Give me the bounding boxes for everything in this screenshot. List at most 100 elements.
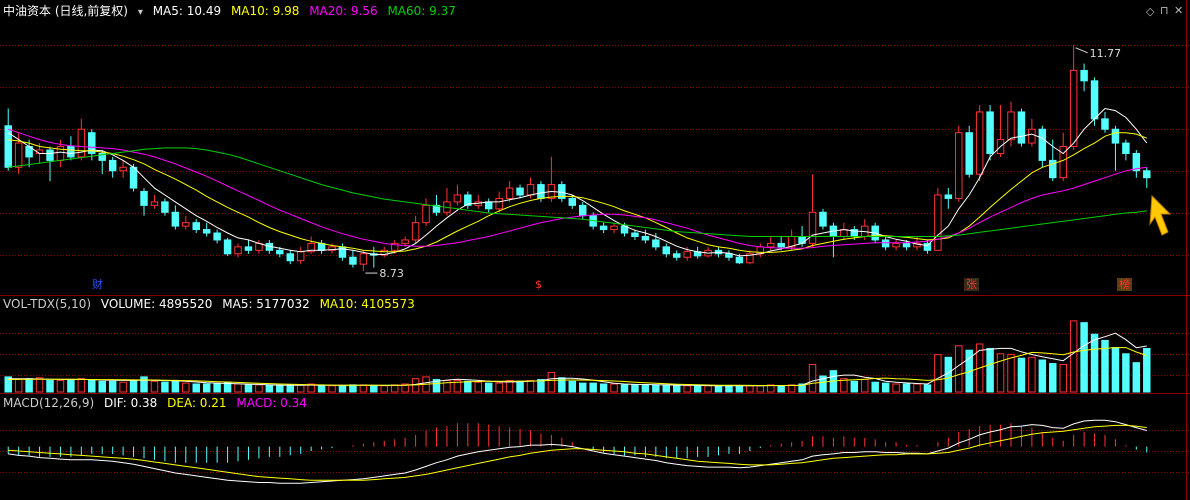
volume-bar — [777, 385, 785, 393]
chevron-down-icon[interactable]: ▾ — [138, 7, 143, 18]
volume-bar — [25, 378, 33, 393]
candle-down — [1143, 170, 1151, 179]
volume-bar — [67, 379, 75, 393]
volume-ma10: MA10: 4105573 — [319, 297, 415, 311]
candle-up — [453, 194, 462, 203]
candle-down — [986, 111, 994, 154]
volume-bar — [547, 371, 556, 393]
candle-down — [108, 159, 117, 172]
event-marker-dollar[interactable]: $ — [533, 278, 544, 291]
candle-up — [411, 222, 420, 241]
volume-bar — [1059, 363, 1067, 393]
candle-down — [599, 225, 608, 231]
volume-bar — [129, 379, 138, 393]
volume-bar — [77, 378, 86, 393]
volume-bar — [662, 384, 671, 393]
volume-ma5: MA5: 5177032 — [222, 297, 310, 311]
candle-down — [881, 239, 890, 248]
diamond-icon[interactable]: ◇ — [1146, 5, 1154, 18]
event-marker-rank[interactable]: 榜 — [1117, 278, 1132, 291]
stock-chart[interactable]: 11.77 8.73 — [0, 0, 1190, 500]
macd-panel-header: MACD(12,26,9) DIF: 0.38 DEA: 0.21 MACD: … — [3, 395, 313, 411]
volume-bar — [599, 383, 608, 393]
candle-up — [495, 197, 503, 210]
candle-up — [892, 242, 900, 248]
volume-bar — [537, 379, 545, 393]
candle-down — [171, 211, 180, 227]
candle-up — [14, 142, 23, 168]
candle-down — [798, 235, 806, 244]
candle-up — [505, 187, 514, 199]
volume-bar — [202, 383, 211, 393]
volume-bar — [735, 385, 744, 393]
volume-bar — [871, 381, 879, 393]
volume-bar — [850, 380, 859, 393]
candle-up — [955, 132, 963, 199]
candle-up — [182, 222, 190, 227]
volume-bar — [1049, 363, 1057, 393]
candle-down — [641, 235, 650, 241]
volume-bar — [213, 383, 221, 393]
volume-bar — [182, 382, 190, 393]
volume-bar — [474, 381, 483, 393]
candle-down — [244, 246, 253, 251]
event-marker-limit-up[interactable]: 张 — [964, 278, 979, 291]
candle-down — [1090, 80, 1099, 120]
volume-bar — [641, 384, 650, 393]
volume-bar — [140, 376, 148, 393]
candle-up — [296, 251, 305, 262]
volume-bar — [161, 381, 169, 393]
volume-bar — [725, 385, 733, 393]
volume-bar — [35, 377, 44, 393]
candle-down — [129, 166, 138, 189]
candle-down — [944, 194, 953, 199]
candle-down — [725, 253, 733, 258]
macd-value: MACD: 0.34 — [236, 396, 307, 410]
candle-up — [1007, 111, 1015, 141]
volume-bar — [390, 384, 399, 393]
candle-down — [1101, 118, 1109, 130]
candle-down — [161, 201, 169, 213]
high-pointer — [1075, 47, 1088, 54]
volume-bar — [349, 384, 357, 393]
candle-up — [401, 239, 409, 244]
volume-bar — [495, 382, 503, 393]
volume-bar — [14, 379, 23, 393]
volume-bar — [1080, 322, 1088, 393]
volume-bar — [934, 354, 942, 393]
close-icon[interactable]: ✕ — [1174, 4, 1183, 17]
candle-down — [140, 191, 148, 206]
volume-bar — [380, 385, 388, 393]
candle-down — [923, 242, 932, 251]
volume-bar — [1090, 333, 1099, 393]
candle-down — [484, 201, 493, 210]
volume-bar — [714, 385, 723, 393]
candle-down — [213, 232, 221, 241]
candle-up — [610, 225, 618, 231]
candle-down — [819, 211, 827, 227]
pin-icon[interactable]: ⊓ — [1160, 4, 1169, 17]
volume-bar — [234, 383, 242, 393]
volume-bar — [1007, 354, 1015, 393]
candle-down — [578, 204, 587, 217]
volume-bar — [192, 383, 200, 393]
volume-bar — [526, 379, 535, 393]
volume-bar — [1111, 347, 1120, 393]
volume-bar — [244, 384, 253, 393]
volume-bar — [1069, 320, 1078, 393]
volume-bar — [1038, 359, 1047, 393]
volume-bar — [1017, 357, 1026, 393]
volume-bar — [1132, 362, 1141, 393]
volume-bar — [88, 379, 96, 393]
candle-down — [672, 253, 681, 258]
candle-down — [1080, 69, 1088, 82]
volume-panel-header: VOL-TDX(5,10) VOLUME: 4895520 MA5: 51770… — [3, 296, 421, 312]
candle-down — [286, 253, 294, 262]
volume-bar — [861, 379, 869, 393]
candle-down — [537, 184, 545, 199]
volume-bar — [693, 385, 702, 393]
candle-down — [902, 242, 911, 248]
candle-up — [234, 246, 242, 255]
volume-bar — [1122, 353, 1130, 393]
event-marker-finance[interactable]: 财 — [90, 278, 105, 291]
